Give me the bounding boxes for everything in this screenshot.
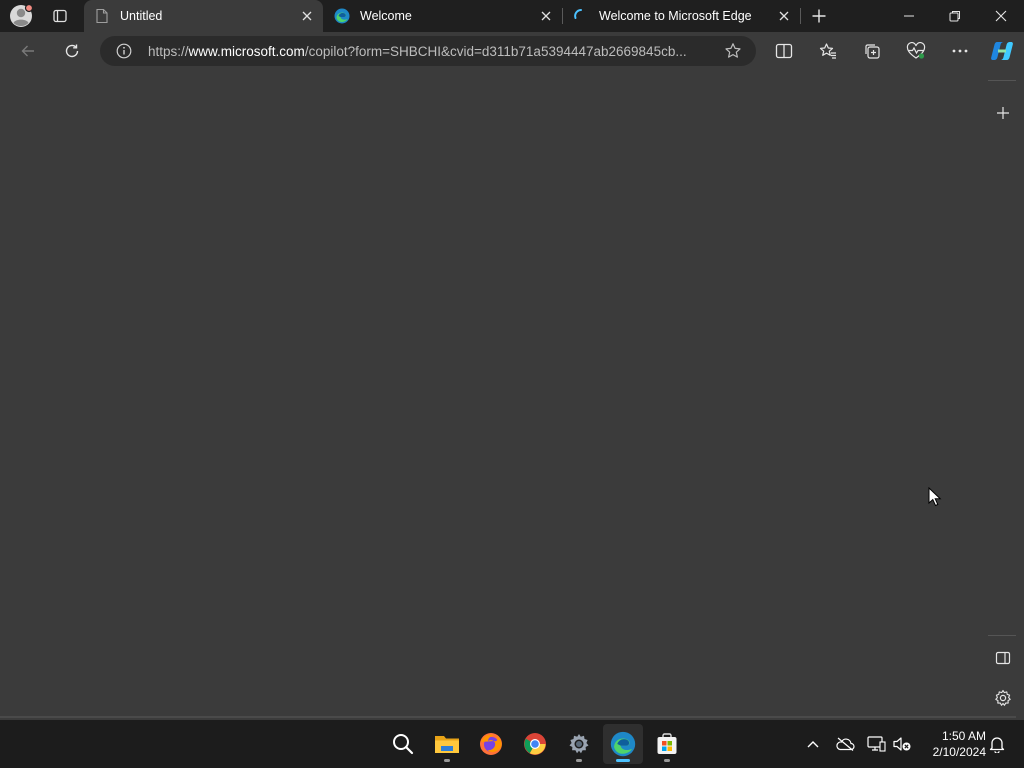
volume-muted-icon[interactable]: [890, 732, 914, 756]
split-screen-icon[interactable]: [770, 37, 798, 65]
minimize-icon[interactable]: [886, 0, 932, 32]
tab-title: Welcome: [360, 9, 412, 23]
tab-untitled[interactable]: Untitled: [84, 0, 323, 32]
store-icon[interactable]: [647, 724, 687, 764]
copilot-icon[interactable]: [988, 37, 1016, 65]
running-indicator: [664, 759, 670, 762]
address-bar[interactable]: https://www.microsoft.com/copilot?form=S…: [100, 36, 756, 66]
close-tab-icon[interactable]: [776, 8, 792, 24]
running-indicator: [444, 759, 450, 762]
browser-toolbar: https://www.microsoft.com/copilot?form=S…: [0, 32, 1024, 70]
system-clock[interactable]: 1:50 AM 2/10/2024: [920, 728, 986, 760]
add-sidebar-app-icon[interactable]: [990, 100, 1016, 126]
url-host: www.microsoft.com: [188, 43, 305, 59]
active-indicator: [616, 759, 630, 762]
edge-logo-icon: [334, 8, 350, 24]
sidebar-divider: [988, 635, 1016, 636]
tab-separator: [800, 8, 801, 24]
refresh-icon[interactable]: [58, 37, 86, 65]
tab-welcome[interactable]: Welcome: [324, 0, 562, 32]
notifications-bell-icon[interactable]: [985, 732, 1009, 756]
network-icon[interactable]: [864, 732, 888, 756]
info-icon[interactable]: [114, 41, 134, 61]
loading-spinner-icon: [573, 8, 589, 24]
page-icon: [94, 8, 110, 24]
page-content-area: [0, 70, 988, 716]
tab-welcome-to-edge[interactable]: Welcome to Microsoft Edge: [563, 0, 800, 32]
close-window-icon[interactable]: [978, 0, 1024, 32]
new-tab-icon[interactable]: [806, 4, 832, 28]
customize-gear-icon[interactable]: [990, 685, 1016, 711]
url-path: /copilot?form=SHBCHI&cvid=d311b71a539444…: [304, 43, 687, 59]
favorites-icon[interactable]: [814, 37, 842, 65]
add-favorite-star-icon[interactable]: [724, 42, 742, 60]
tab-actions-menu-icon[interactable]: [46, 4, 74, 28]
clock-date: 2/10/2024: [932, 745, 986, 759]
back-arrow-icon[interactable]: [14, 37, 42, 65]
onedrive-offline-icon[interactable]: [833, 732, 857, 756]
tab-title: Untitled: [120, 9, 163, 23]
url-text[interactable]: https://www.microsoft.com/copilot?form=S…: [148, 44, 710, 59]
restore-icon[interactable]: [932, 0, 978, 32]
windows-taskbar: 1:50 AM 2/10/2024: [0, 720, 1024, 768]
close-tab-icon[interactable]: [299, 8, 315, 24]
mouse-cursor-icon: [928, 486, 942, 507]
tab-strip: Untitled Welcome Welcome to Microsoft Ed…: [0, 0, 1024, 32]
browser-essentials-icon[interactable]: [902, 37, 930, 65]
hide-sidebar-icon[interactable]: [990, 645, 1016, 671]
settings-icon[interactable]: [559, 724, 599, 764]
firefox-icon[interactable]: [471, 724, 511, 764]
window-bottom-border: [0, 716, 1016, 718]
profile-avatar-icon[interactable]: [8, 3, 34, 29]
tab-title: Welcome to Microsoft Edge: [599, 9, 752, 23]
close-tab-icon[interactable]: [538, 8, 554, 24]
more-options-icon[interactable]: [946, 37, 974, 65]
running-indicator: [576, 759, 582, 762]
edge-icon[interactable]: [603, 724, 643, 764]
collections-icon[interactable]: [858, 37, 886, 65]
url-scheme: https://: [148, 43, 189, 59]
file-explorer-icon[interactable]: [427, 724, 467, 764]
chrome-icon[interactable]: [515, 724, 555, 764]
show-hidden-icons-chevron-up-icon[interactable]: [801, 732, 825, 756]
clock-time: 1:50 AM: [941, 729, 986, 743]
sidebar-divider: [988, 80, 1016, 81]
edge-sidebar: [988, 70, 1024, 716]
search-icon[interactable]: [383, 724, 423, 764]
